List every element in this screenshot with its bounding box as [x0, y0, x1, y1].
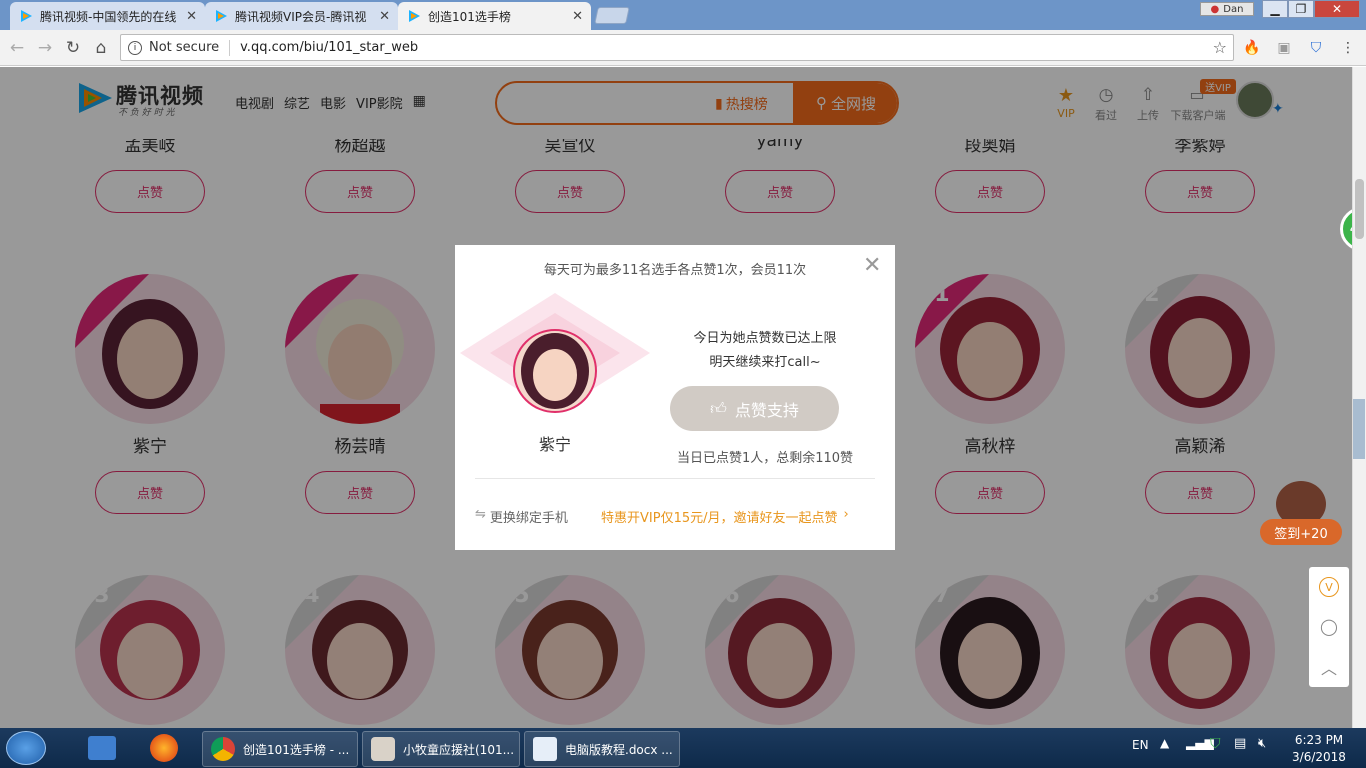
vip-circle-icon[interactable]: V [1319, 577, 1339, 597]
close-tab-icon[interactable]: ✕ [186, 9, 197, 24]
profile-button[interactable]: ● Dan [1200, 2, 1254, 16]
extension-doc-icon[interactable]: ▣ [1274, 38, 1294, 58]
menu-icon[interactable]: ⋮ [1338, 38, 1358, 58]
thumbs-up-icon: 👍︎ [710, 398, 727, 418]
tencent-video-icon [406, 8, 422, 24]
taskbar-button-word[interactable]: 电脑版教程.docx ... [524, 731, 680, 767]
scroll-side-tab[interactable] [1353, 399, 1365, 459]
support-vote-button[interactable]: 👍︎ 点赞支持 [670, 386, 839, 431]
firefox-icon[interactable] [150, 734, 178, 762]
browser-tab[interactable]: 腾讯视频-中国领先的在线 ✕ [10, 2, 205, 30]
taskbar-button-label: 小牧童应援社(101... [403, 742, 515, 757]
swap-icon: ⇋ [475, 507, 486, 522]
scrollbar-thumb[interactable] [1355, 179, 1364, 239]
info-icon: i [128, 40, 142, 55]
star-icon[interactable]: ☆ [1213, 38, 1227, 57]
browser-tab-active[interactable]: 创造101选手榜 ✕ [398, 2, 591, 30]
close-tab-icon[interactable]: ✕ [572, 9, 583, 24]
tencent-video-icon [213, 8, 229, 24]
media-player-icon[interactable] [88, 736, 116, 760]
volume-muted-icon[interactable]: 🔇︎ [1258, 736, 1266, 751]
back-to-top-icon[interactable]: ︿ [1319, 655, 1339, 678]
profile-name: Dan [1223, 3, 1244, 15]
device-icon[interactable]: ▤ [1234, 736, 1246, 751]
chevron-right-icon: › [843, 507, 849, 522]
close-tab-icon[interactable]: ✕ [379, 9, 390, 24]
new-tab-button[interactable] [594, 7, 630, 24]
close-window-button[interactable]: ✕ [1314, 0, 1360, 18]
tray-expand-icon[interactable]: ▲ [1160, 736, 1169, 750]
url-text: v.qq.com/biu/101_star_web [240, 40, 419, 55]
vote-limit-modal: 每天可为最多11名选手各点赞1次，会员11次 ✕ 紫宁 今日为她点赞数已达上限 … [455, 245, 895, 550]
reload-icon[interactable]: ↻ [62, 38, 84, 58]
tab-title: 腾讯视频-中国领先的在线 [40, 9, 177, 24]
checkin-widget[interactable]: 签到+20 [1260, 475, 1342, 555]
clock-time[interactable]: 6:23 PM [1284, 733, 1354, 747]
extension-fire-icon[interactable]: 🔥 [1242, 38, 1262, 58]
security-label: Not secure [149, 40, 220, 55]
web-page: 孟美岐 杨超越 吴宣仪 yamy 段奥娟 李紫婷 点赞 点赞 点赞 点赞 点赞 … [0, 67, 1352, 728]
security-shield-icon[interactable]: ⛉ [1210, 736, 1221, 752]
taskbar-button-label: 电脑版教程.docx ... [565, 742, 673, 757]
page-scrollbar[interactable] [1352, 67, 1366, 728]
home-icon[interactable]: ⌂ [90, 38, 112, 58]
close-icon[interactable]: ✕ [863, 255, 881, 277]
maximize-button[interactable]: ❐ [1288, 0, 1314, 18]
vip-promo-label: 特惠开VIP仅15元/月，邀请好友一起点赞 [601, 511, 838, 526]
taskbar-button-chat[interactable]: 小牧童应援社(101... [362, 731, 520, 767]
browser-tab[interactable]: 腾讯视频VIP会员-腾讯视 ✕ [205, 2, 398, 30]
modal-header: 每天可为最多11名选手各点赞1次，会员11次 [543, 263, 807, 278]
back-icon[interactable]: ← [6, 38, 28, 58]
limit-message-line1: 今日为她点赞数已达上限 [693, 331, 837, 346]
selected-contestant-name: 紫宁 [538, 435, 571, 454]
forward-icon[interactable]: → [34, 38, 56, 58]
side-toolbar: V ◯ ︿ [1309, 567, 1349, 687]
browser-tabbar: 腾讯视频-中国领先的在线 ✕ 腾讯视频VIP会员-腾讯视 ✕ 创造101选手榜 … [0, 0, 1366, 30]
user-icon: ● [1210, 3, 1220, 15]
language-indicator[interactable]: EN [1132, 738, 1149, 752]
taskbar-button-label: 创造101选手榜 - ... [243, 742, 350, 757]
start-button[interactable] [6, 731, 46, 765]
divider [229, 39, 231, 56]
clock-date[interactable]: 3/6/2018 [1284, 750, 1354, 764]
extension-shield-icon[interactable]: ⛉ [1306, 38, 1326, 58]
chat-app-icon [371, 737, 395, 761]
rebind-phone-label: 更换绑定手机 [489, 511, 568, 526]
tab-title: 创造101选手榜 [428, 9, 511, 24]
address-bar[interactable]: i Not secure v.qq.com/biu/101_star_web ☆ [120, 34, 1234, 61]
taskbar-button-chrome[interactable]: 创造101选手榜 - ... [202, 731, 358, 767]
support-label: 点赞支持 [734, 400, 799, 420]
chrome-icon [211, 737, 235, 761]
selected-contestant-avatar [513, 329, 597, 413]
vip-promo-link[interactable]: 特惠开VIP仅15元/月，邀请好友一起点赞 › [601, 507, 849, 526]
feedback-icon[interactable]: ◯ [1319, 617, 1339, 637]
checkin-button[interactable]: 签到+20 [1260, 519, 1342, 545]
word-doc-icon [533, 737, 557, 761]
tab-title: 腾讯视频VIP会员-腾讯视 [235, 9, 367, 24]
tencent-video-icon [18, 8, 34, 24]
divider [475, 478, 875, 479]
rebind-phone-link[interactable]: ⇋ 更换绑定手机 [475, 507, 568, 526]
minimize-button[interactable]: ▁ [1262, 0, 1288, 18]
limit-message-line2: 明天继续来打call~ [709, 355, 821, 370]
vote-stats: 当日已点赞1人，总剩余110赞 [676, 451, 854, 466]
